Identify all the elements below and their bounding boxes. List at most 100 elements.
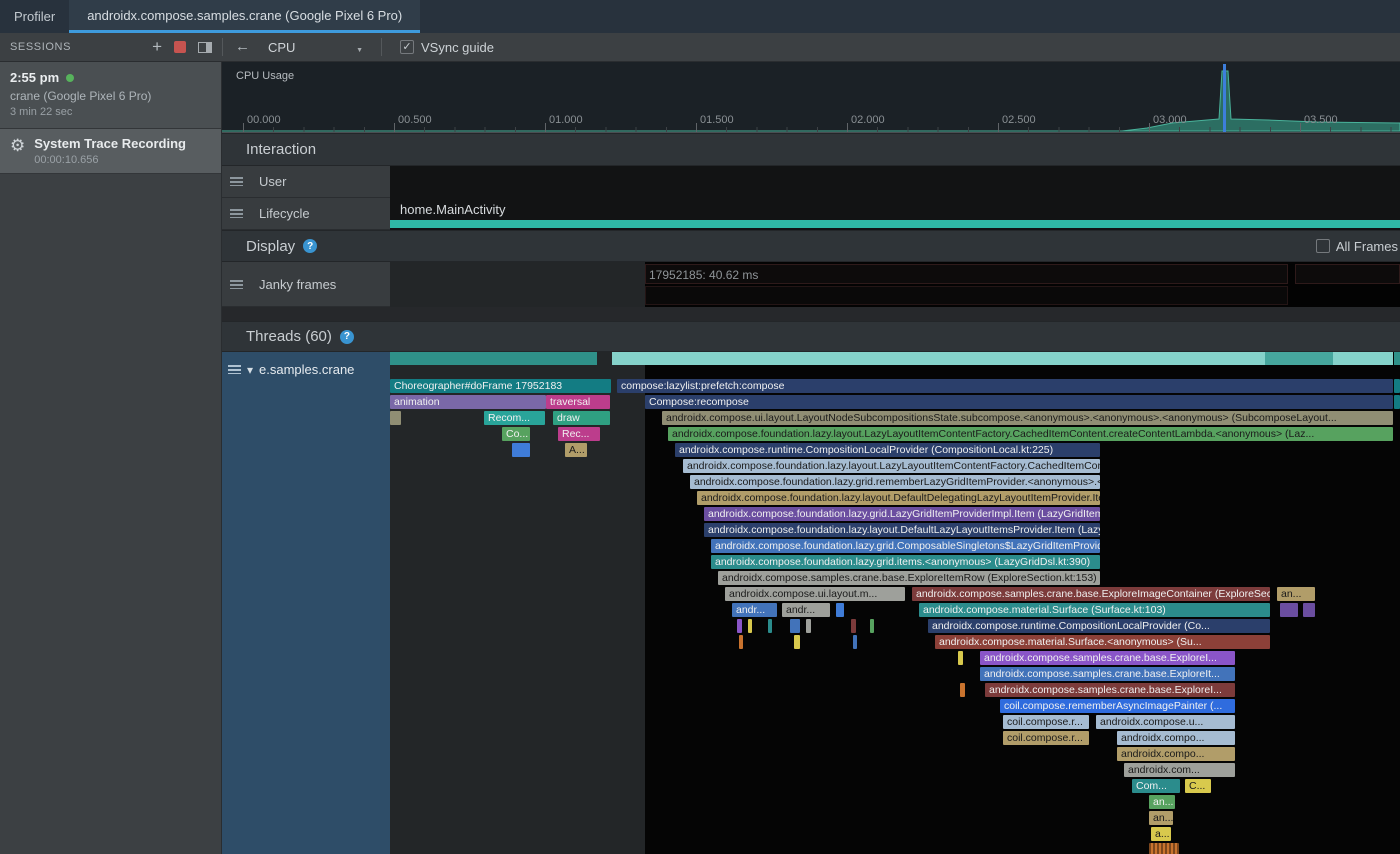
flame-bar[interactable]: Recom...	[484, 411, 545, 425]
janky-frames-track[interactable]: 17952185: 40.62 ms	[390, 262, 1400, 307]
flame-bar[interactable]: androidx.compose.foundation.lazy.grid.re…	[690, 475, 1100, 489]
flame-bar[interactable]	[794, 635, 800, 649]
flame-bar[interactable]: Com...	[1132, 779, 1180, 793]
help-icon[interactable]	[303, 239, 317, 253]
flame-bar[interactable]: androidx.compose.material.Surface (Surfa…	[919, 603, 1270, 617]
vsync-guide-toggle[interactable]: VSync guide	[400, 40, 494, 55]
flame-bar[interactable]	[1303, 603, 1315, 617]
flame-bar[interactable]: coil.compose.rememberAsyncImagePainter (…	[1000, 699, 1235, 713]
flame-bar[interactable]: androidx.compose.foundation.lazy.layout.…	[668, 427, 1393, 441]
flame-bar[interactable]: androidx.com...	[1124, 763, 1235, 777]
cpu-usage-timeline[interactable]: CPU Usage 00.00000.50001.00001.50002.000…	[222, 62, 1400, 133]
flame-bar[interactable]: androidx.compose.foundation.lazy.layout.…	[683, 459, 1100, 473]
lifecycle-track-label[interactable]: Lifecycle	[222, 198, 390, 230]
flame-bar[interactable]	[851, 619, 856, 633]
vsync-checkbox[interactable]	[400, 40, 414, 54]
flame-bar[interactable]: androidx.compose.ui.layout.m...	[725, 587, 905, 601]
flame-bar[interactable]: androidx.compose.samples.crane.base.Expl…	[980, 667, 1235, 681]
flame-bar[interactable]: Rec...	[558, 427, 600, 441]
flame-bar[interactable]: coil.compose.r...	[1003, 731, 1089, 745]
flame-bar[interactable]: draw	[553, 411, 610, 425]
flame-bar[interactable]	[1149, 843, 1179, 854]
help-icon[interactable]	[340, 330, 354, 344]
drag-handle-icon[interactable]	[230, 209, 243, 218]
flame-bar[interactable]: Compose:recompose	[645, 395, 1393, 409]
profiler-mode-dropdown[interactable]: CPU	[268, 40, 363, 55]
flame-bar[interactable]: androidx.compose.material.Surface.<anony…	[935, 635, 1270, 649]
session-tab[interactable]: androidx.compose.samples.crane (Google P…	[69, 0, 420, 33]
flame-bar[interactable]	[1394, 395, 1400, 409]
flame-bar[interactable]: an...	[1149, 811, 1173, 825]
flame-bar[interactable]: C...	[1185, 779, 1211, 793]
thread-state-segment[interactable]	[1394, 352, 1400, 365]
collapse-panel-icon[interactable]	[198, 42, 212, 53]
flame-bar[interactable]: androidx.compose.foundation.lazy.grid.La…	[704, 507, 1100, 521]
flame-bar[interactable]	[739, 635, 743, 649]
thread-label-cell[interactable]: e.samples.crane	[222, 352, 390, 854]
flame-bar[interactable]	[390, 411, 401, 425]
janky-frame-bar[interactable]	[1295, 264, 1400, 284]
flame-bar[interactable]: Choreographer#doFrame 17952183	[390, 379, 611, 393]
flame-bar[interactable]	[768, 619, 772, 633]
lifecycle-track[interactable]: home.MainActivity	[390, 198, 1400, 230]
flame-bar[interactable]: androidx.compose.u...	[1096, 715, 1235, 729]
user-track-label[interactable]: User	[222, 166, 390, 198]
all-frames-toggle[interactable]: All Frames	[1316, 239, 1398, 254]
drag-handle-icon[interactable]	[230, 280, 243, 289]
flame-bar[interactable]: androidx.compose.samples.crane.base.Expl…	[980, 651, 1235, 665]
thread-state-segment[interactable]	[390, 352, 597, 365]
flame-bar[interactable]	[853, 635, 857, 649]
flame-bar[interactable]: coil.compose.r...	[1003, 715, 1089, 729]
recording-item[interactable]: System Trace Recording 00:00:10.656	[0, 129, 221, 174]
all-frames-checkbox[interactable]	[1316, 239, 1330, 253]
flame-bar[interactable]	[1280, 603, 1298, 617]
add-session-icon[interactable]	[152, 37, 162, 57]
flame-bar[interactable]: andr...	[732, 603, 777, 617]
flame-bar[interactable]	[790, 619, 800, 633]
flame-bar[interactable]: A...	[565, 443, 587, 457]
flame-bar[interactable]: androidx.compose.foundation.lazy.grid.Co…	[711, 539, 1100, 553]
flame-bar[interactable]	[870, 619, 874, 633]
flame-bar[interactable]	[512, 443, 530, 457]
flame-bar[interactable]: androidx.compose.foundation.lazy.layout.…	[697, 491, 1100, 505]
janky-track-label[interactable]: Janky frames	[222, 262, 390, 307]
session-card[interactable]: 2:55 pm crane (Google Pixel 6 Pro) 3 min…	[0, 62, 221, 129]
flame-bar[interactable]	[737, 619, 742, 633]
flame-bar[interactable]	[836, 603, 844, 617]
drag-handle-icon[interactable]	[230, 177, 243, 186]
flame-bar[interactable]: Co...	[502, 427, 530, 441]
flame-bar[interactable]	[1394, 379, 1400, 393]
expand-caret-icon[interactable]	[247, 362, 253, 377]
flame-bar[interactable]: a...	[1151, 827, 1171, 841]
flame-bar[interactable]	[960, 683, 965, 697]
flame-bar[interactable]	[748, 619, 752, 633]
threads-section-header[interactable]: Threads (60)	[222, 321, 1400, 352]
flame-bar[interactable]: androidx.compose.samples.crane.base.Expl…	[912, 587, 1270, 601]
user-track[interactable]	[390, 166, 1400, 198]
janky-frame-bar[interactable]	[645, 286, 1288, 305]
drag-handle-icon[interactable]	[228, 365, 241, 374]
flame-bar[interactable]: androidx.compo...	[1117, 731, 1235, 745]
flame-bar[interactable]: an...	[1149, 795, 1175, 809]
interaction-section-header[interactable]: Interaction	[222, 133, 1400, 166]
stop-recording-button[interactable]	[174, 41, 186, 53]
flame-bar[interactable]: androidx.compose.samples.crane.base.Expl…	[718, 571, 1100, 585]
flame-bar[interactable]: androidx.compose.samples.crane.base.Expl…	[985, 683, 1235, 697]
flame-bar[interactable]: androidx.compose.runtime.CompositionLoca…	[675, 443, 1100, 457]
flame-bar[interactable]: androidx.compose.foundation.lazy.layout.…	[704, 523, 1100, 537]
flame-bar[interactable]: androidx.compose.ui.layout.LayoutNodeSub…	[662, 411, 1393, 425]
flame-bar[interactable]: animation	[390, 395, 546, 409]
display-section-header[interactable]: Display All Frames	[222, 230, 1400, 262]
thread-state-segment[interactable]	[1265, 352, 1333, 365]
flame-bar[interactable]: traversal	[546, 395, 610, 409]
flame-chart[interactable]: Choreographer#doFrame 17952183 compose:la…	[390, 352, 1400, 854]
lifecycle-activity-bar[interactable]	[390, 220, 1400, 228]
flame-bar[interactable]: androidx.compo...	[1117, 747, 1235, 761]
flame-bar[interactable]	[806, 619, 811, 633]
flame-bar[interactable]: andr...	[782, 603, 830, 617]
flame-bar[interactable]: androidx.compose.foundation.lazy.grid.it…	[711, 555, 1100, 569]
flame-bar[interactable]	[958, 651, 963, 665]
back-arrow-icon[interactable]	[235, 38, 250, 56]
flame-bar[interactable]: compose:lazylist:prefetch:compose	[617, 379, 1393, 393]
flame-bar[interactable]: an...	[1277, 587, 1315, 601]
